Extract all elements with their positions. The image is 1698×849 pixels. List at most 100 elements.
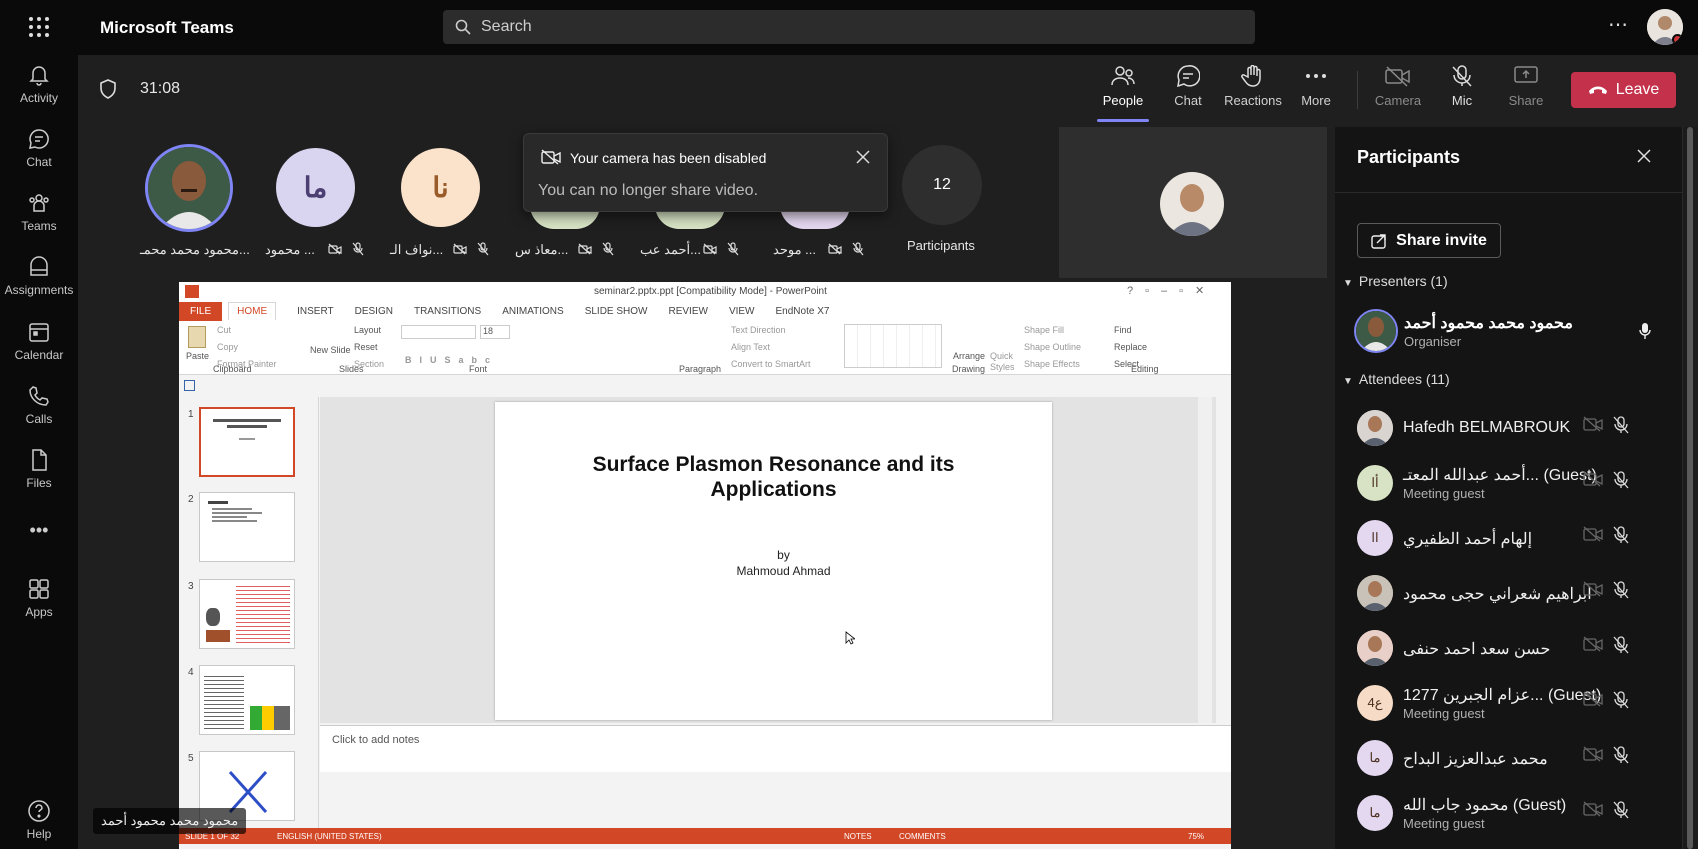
attendee-row[interactable]: ما محمود جاب الله (Guest) Meeting guest [1357, 789, 1677, 841]
more-button[interactable]: More [1286, 65, 1346, 108]
save-icon[interactable] [184, 380, 195, 391]
slide-thumbnail[interactable] [199, 492, 295, 562]
share-invite-button[interactable]: Share invite [1357, 223, 1501, 258]
attendee-row[interactable]: اا إلهام أحمد الظفيري [1357, 514, 1677, 566]
status-zoom[interactable]: 75% [1188, 832, 1204, 841]
calendar-icon [29, 323, 49, 342]
chevron-down-icon: ▼ [1343, 376, 1353, 387]
app-rail: Activity Chat Teams Assignments Calendar… [0, 55, 78, 849]
status-notes-button[interactable]: NOTES [844, 832, 872, 841]
tab-slide-show[interactable]: SLIDE SHOW [585, 306, 648, 317]
vertical-scrollbar[interactable] [1198, 397, 1212, 723]
slide-thumbnail[interactable] [199, 665, 295, 735]
rail-files[interactable]: Files [0, 448, 78, 490]
slide-subtitle[interactable]: by Mahmoud Ahmad [495, 547, 1052, 579]
rail-more-icon[interactable]: ••• [0, 520, 78, 541]
slide-thumbnail[interactable] [199, 579, 295, 649]
quick-styles-button[interactable]: Quick Styles [990, 351, 1018, 373]
attendee-row[interactable]: أا أحمد عبدالله المعتـ... (Guest) Meeting … [1357, 459, 1677, 511]
rail-calendar[interactable]: Calendar [0, 320, 78, 362]
file-tab[interactable]: FILE [179, 301, 223, 321]
notes-pane[interactable]: Click to add notes [320, 725, 1231, 772]
participant-avatar[interactable] [145, 144, 233, 232]
slide-title[interactable]: Surface Plasmon Resonance and its Applic… [495, 452, 1052, 502]
presenters-heading: Presenters (1) [1358, 273, 1448, 289]
chat-button[interactable]: Chat [1158, 65, 1218, 108]
rail-assignments[interactable]: Assignments [0, 255, 78, 297]
shape-effects-button[interactable]: Shape Effects [1024, 359, 1080, 369]
panel-scrollbar[interactable] [1683, 127, 1698, 849]
attendee-row[interactable]: ابراهيم شعراني حجى محمود [1357, 569, 1677, 621]
scrollbar-thumb[interactable] [1687, 127, 1693, 849]
attendee-row[interactable]: حسن سعد احمد حنفى [1357, 624, 1677, 676]
share-button[interactable]: Share [1496, 65, 1556, 108]
cut-button[interactable]: Cut [217, 325, 231, 335]
copy-button[interactable]: Copy [217, 342, 238, 352]
presenters-section-toggle[interactable]: ▼ Presenters (1) [1343, 273, 1448, 289]
tab-view[interactable]: VIEW [729, 306, 755, 317]
tab-endnote[interactable]: EndNote X7 [776, 306, 830, 317]
slide-canvas[interactable]: Surface Plasmon Resonance and its Applic… [495, 402, 1052, 720]
convert-smartart-button[interactable]: Convert to SmartArt [731, 359, 811, 369]
status-language[interactable]: ENGLISH (UNITED STATES) [277, 832, 382, 841]
overflow-label: Participants [907, 238, 975, 253]
leave-button[interactable]: Leave [1571, 72, 1676, 108]
more-options-icon[interactable]: ⋯ [1608, 12, 1628, 37]
user-avatar[interactable] [1647, 9, 1683, 45]
shape-outline-button[interactable]: Shape Outline [1024, 342, 1081, 352]
rail-chat[interactable]: Chat [0, 127, 78, 169]
attendee-row[interactable]: Hafedh BELMABROUK [1357, 404, 1677, 456]
tab-transitions[interactable]: TRANSITIONS [414, 306, 481, 317]
replace-button[interactable]: Replace [1114, 342, 1147, 352]
tab-design[interactable]: DESIGN [355, 306, 393, 317]
window-controls[interactable]: ?▫–▫✕ [1127, 284, 1216, 297]
mic-on-icon[interactable] [1638, 322, 1652, 340]
rail-activity[interactable]: Activity [0, 63, 78, 105]
layout-button[interactable]: Layout [354, 325, 381, 335]
camera-off-icon [1583, 581, 1603, 597]
people-button[interactable]: People [1093, 65, 1153, 108]
paste-button[interactable]: Paste [186, 351, 209, 361]
attendee-row[interactable]: ع4 عزام الجبرين 1277... (Guest) Meeting gu… [1357, 679, 1677, 731]
app-launcher-icon[interactable] [28, 16, 50, 38]
arrange-button[interactable]: Arrange [953, 351, 985, 361]
shape-fill-button[interactable]: Shape Fill [1024, 325, 1064, 335]
rail-calls[interactable]: Calls [0, 384, 78, 426]
slide-by: by [777, 548, 790, 562]
rail-apps[interactable]: Apps [0, 577, 78, 619]
reset-button[interactable]: Reset [354, 342, 378, 352]
presenter-avatar[interactable] [1354, 309, 1398, 353]
font-size-input[interactable]: 18 [480, 325, 510, 339]
shapes-gallery[interactable] [844, 324, 942, 368]
tab-insert[interactable]: INSERT [297, 306, 334, 317]
teams-icon [29, 194, 49, 212]
attendee-row[interactable]: ما محمد عبدالعزيز البداح [1357, 734, 1677, 786]
slide-thumbnail[interactable] [199, 407, 295, 477]
reactions-button[interactable]: Reactions [1221, 65, 1285, 108]
status-comments-button[interactable]: COMMENTS [899, 832, 946, 841]
mic-label: Mic [1451, 93, 1473, 108]
overflow-participants-button[interactable]: 12 [902, 145, 982, 225]
search-input[interactable]: Search [443, 10, 1255, 44]
tab-animations[interactable]: ANIMATIONS [502, 306, 563, 317]
rail-teams[interactable]: Teams [0, 191, 78, 233]
mic-button[interactable]: Mic [1432, 65, 1492, 108]
align-text-button[interactable]: Align Text [731, 342, 770, 352]
self-video-tile[interactable] [1059, 127, 1327, 278]
rail-help[interactable]: Help [0, 799, 78, 841]
attendees-section-toggle[interactable]: ▼ Attendees (11) [1343, 371, 1450, 387]
tab-home[interactable]: HOME [228, 302, 277, 320]
participant-avatar[interactable]: ما [276, 148, 355, 227]
shield-icon[interactable] [99, 79, 117, 99]
tab-review[interactable]: REVIEW [668, 306, 707, 317]
text-direction-button[interactable]: Text Direction [731, 325, 786, 335]
participant-avatar[interactable]: نا [401, 148, 480, 227]
new-slide-button[interactable]: New Slide [310, 345, 351, 355]
camera-off-icon [1583, 636, 1603, 652]
find-button[interactable]: Find [1114, 325, 1132, 335]
close-icon[interactable] [856, 150, 870, 164]
close-icon[interactable] [1637, 149, 1651, 163]
camera-button[interactable]: Camera [1368, 65, 1428, 108]
divider [1357, 71, 1358, 109]
font-name-input[interactable] [401, 325, 476, 339]
